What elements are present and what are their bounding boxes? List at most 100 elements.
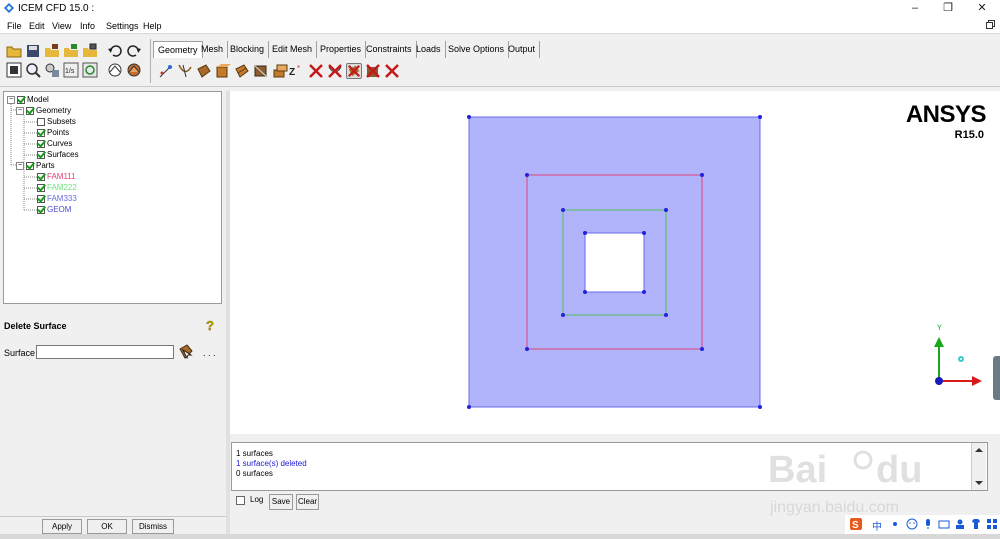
menu-info[interactable]: Info <box>80 21 95 31</box>
fam333-checkbox[interactable] <box>37 194 45 203</box>
delete-curve-icon[interactable] <box>327 63 343 79</box>
fam111-checkbox[interactable] <box>37 172 45 181</box>
grid-icon[interactable] <box>986 518 998 530</box>
baidu-watermark: Bai du jingyan.baidu.com <box>768 449 922 516</box>
repair-geometry-icon[interactable] <box>253 63 269 79</box>
tree-node-model[interactable]: − Model <box>7 95 49 104</box>
more-options-button[interactable]: . . . <box>203 348 216 358</box>
menu-file[interactable]: File <box>7 21 22 31</box>
restore-icon[interactable] <box>986 20 996 30</box>
collapse-icon[interactable]: − <box>16 106 24 115</box>
side-panel-handle[interactable] <box>993 356 1000 400</box>
tree-node-geometry[interactable]: − Geometry <box>16 106 71 115</box>
surface-input[interactable] <box>36 345 174 359</box>
clear-log-button[interactable]: Clear <box>296 494 319 510</box>
redo-icon[interactable] <box>126 43 142 59</box>
graphics-viewport[interactable]: Y ANSYS R15.0 <box>230 91 1000 434</box>
undo-icon[interactable] <box>107 43 123 59</box>
create-curve-icon[interactable] <box>177 63 193 79</box>
message-scrollbar[interactable] <box>971 443 986 490</box>
tree-node-geom[interactable]: GEOM <box>37 205 71 214</box>
tab-loads[interactable]: Loads <box>412 41 446 58</box>
tree-label-geom: GEOM <box>47 205 72 214</box>
menu-edit[interactable]: Edit <box>29 21 45 31</box>
zoom-box-icon[interactable] <box>25 62 41 78</box>
punctuation-icon[interactable] <box>889 518 901 530</box>
restore-geometry-icon[interactable]: Z * <box>289 63 305 79</box>
menu-settings[interactable]: Settings <box>106 21 139 31</box>
tab-edit-mesh[interactable]: Edit Mesh <box>268 41 318 58</box>
collapse-icon[interactable]: − <box>16 161 24 170</box>
tree-node-surfaces[interactable]: Surfaces <box>37 150 79 159</box>
save-log-button[interactable]: Save <box>269 494 293 510</box>
curves-checkbox[interactable] <box>37 139 45 148</box>
minimize-button[interactable]: – <box>905 1 925 16</box>
create-surface-icon[interactable] <box>196 63 212 79</box>
tab-mesh[interactable]: Mesh <box>197 41 229 58</box>
fit-window-icon[interactable] <box>6 62 22 78</box>
tree-node-points[interactable]: Points <box>37 128 69 137</box>
collapse-icon[interactable]: − <box>7 95 15 104</box>
tree-node-subsets[interactable]: Subsets <box>37 117 76 126</box>
tab-constraints[interactable]: Constraints <box>362 41 417 58</box>
menu-help[interactable]: Help <box>143 21 162 31</box>
geometry-checkbox[interactable] <box>26 106 34 115</box>
sogou-icon[interactable]: S <box>850 518 862 530</box>
log-checkbox[interactable] <box>236 496 245 505</box>
open-blocking-icon[interactable] <box>82 43 98 59</box>
geom-checkbox[interactable] <box>37 205 45 214</box>
close-button[interactable]: ✕ <box>972 1 992 16</box>
emoji-icon[interactable] <box>906 518 918 530</box>
people-icon[interactable] <box>954 518 966 530</box>
model-checkbox[interactable] <box>17 95 25 104</box>
tree-node-fam222[interactable]: FAM222 <box>37 183 77 192</box>
geometry-mesh-icon[interactable] <box>234 63 250 79</box>
menu-view[interactable]: View <box>52 21 71 31</box>
subsets-checkbox[interactable] <box>37 117 45 126</box>
create-point-icon[interactable] <box>158 63 174 79</box>
delete-any-entity-icon[interactable] <box>384 63 400 79</box>
create-body-icon[interactable] <box>215 63 231 79</box>
dismiss-button[interactable]: Dismiss <box>132 519 174 534</box>
refresh-icon[interactable] <box>82 62 98 78</box>
save-icon[interactable] <box>25 43 41 59</box>
tree-node-parts[interactable]: − Parts <box>16 161 55 170</box>
mic-icon[interactable] <box>922 518 934 530</box>
geometry-canvas[interactable]: Y <box>230 91 1000 434</box>
apply-button[interactable]: Apply <box>42 519 82 534</box>
tree-node-curves[interactable]: Curves <box>37 139 72 148</box>
tree-node-fam333[interactable]: FAM333 <box>37 194 77 203</box>
tab-solve-options[interactable]: Solve Options <box>444 41 510 58</box>
open-geometry-icon[interactable] <box>44 43 60 59</box>
parts-checkbox[interactable] <box>26 161 34 170</box>
open-folder-icon[interactable] <box>6 43 22 59</box>
toolbar: 1/s Geometry Mesh Blocking Edit Mesh Pro… <box>0 35 1000 87</box>
delete-surface-icon[interactable] <box>346 63 362 79</box>
ime-mode-indicator[interactable]: 中 <box>872 518 882 533</box>
tab-output[interactable]: Output <box>504 41 541 58</box>
points-checkbox[interactable] <box>37 128 45 137</box>
tree-node-fam111[interactable]: FAM111 <box>37 172 76 181</box>
tab-geometry[interactable]: Geometry <box>153 41 203 58</box>
scroll-down-icon[interactable] <box>972 478 986 488</box>
surfaces-checkbox[interactable] <box>37 150 45 159</box>
fam222-checkbox[interactable] <box>37 183 45 192</box>
transform-geometry-icon[interactable] <box>272 63 288 79</box>
select-surface-icon[interactable] <box>178 344 194 360</box>
solid-shading-icon[interactable] <box>126 62 142 78</box>
keyboard-icon[interactable] <box>938 518 950 530</box>
delete-point-icon[interactable] <box>308 63 324 79</box>
maximize-button[interactable]: ❐ <box>938 1 958 16</box>
tab-properties[interactable]: Properties <box>316 41 367 58</box>
tree-label-surfaces: Surfaces <box>47 150 79 159</box>
shirt-icon[interactable] <box>970 518 982 530</box>
ok-button[interactable]: OK <box>87 519 127 534</box>
wireframe-icon[interactable] <box>107 62 123 78</box>
repair-icon[interactable]: 1/s <box>63 62 79 78</box>
help-icon[interactable]: ? <box>205 318 217 332</box>
delete-body-icon[interactable] <box>365 63 381 79</box>
scroll-up-icon[interactable] <box>972 445 986 455</box>
measure-icon[interactable] <box>44 62 60 78</box>
tab-blocking[interactable]: Blocking <box>226 41 270 58</box>
open-mesh-icon[interactable] <box>63 43 79 59</box>
